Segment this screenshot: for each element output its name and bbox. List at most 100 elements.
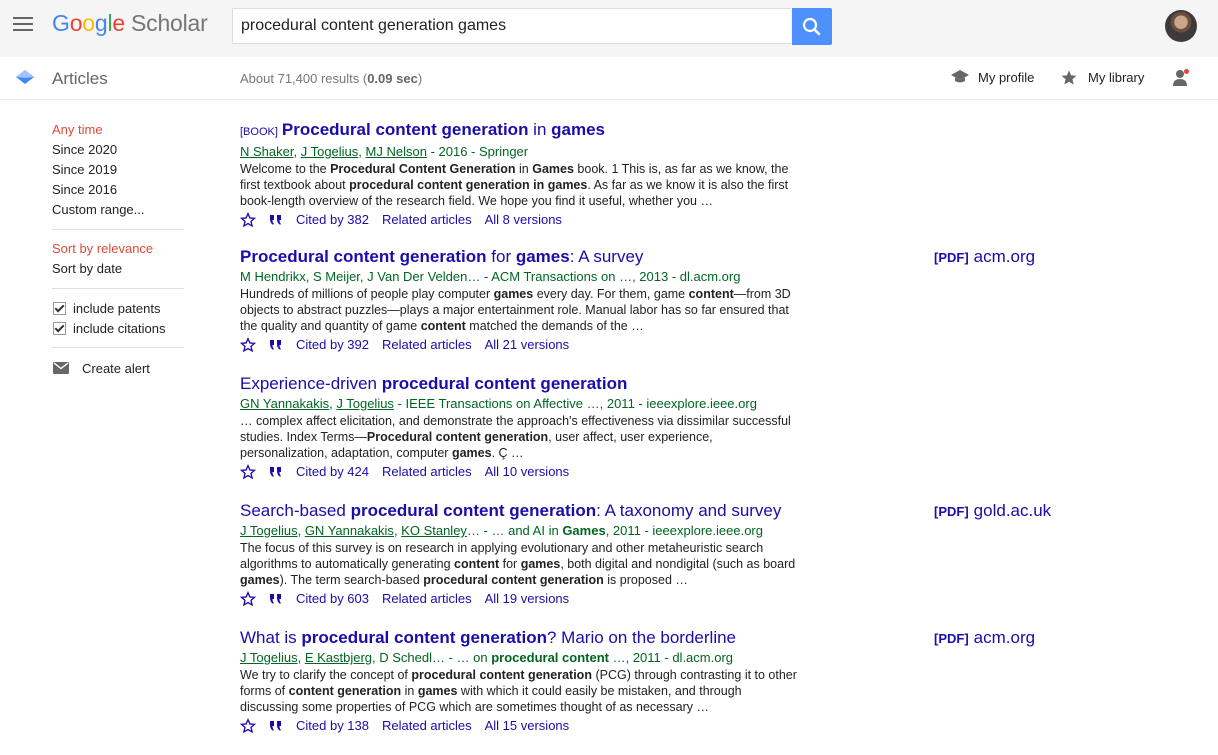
- title-segment: Procedural content generation: [240, 247, 487, 266]
- result-authors: J Togelius, GN Yannakakis, KO Stanley… -…: [240, 523, 763, 538]
- divider: [52, 229, 184, 230]
- checkbox-row[interactable]: include patents: [52, 298, 184, 318]
- related-articles-link[interactable]: Related articles: [382, 716, 472, 735]
- author-link[interactable]: KO Stanley: [401, 523, 467, 538]
- checkbox-row[interactable]: include citations: [52, 318, 184, 338]
- logo-letter: o: [82, 10, 95, 36]
- result-snippet: Welcome to the Procedural Content Genera…: [240, 162, 789, 208]
- divider: [52, 288, 184, 289]
- time-filter-link[interactable]: Since 2019: [52, 160, 184, 180]
- alerts-button[interactable]: [1172, 69, 1189, 89]
- author-link[interactable]: E Kastbjerg: [305, 650, 372, 665]
- pdf-link[interactable]: [PDF] gold.ac.uk: [934, 501, 1051, 521]
- title-segment: Search-based: [240, 501, 351, 520]
- save-star-icon[interactable]: [240, 463, 256, 480]
- result-actions: Cited by 424 Related articles All 10 versi…: [240, 462, 800, 481]
- author-link[interactable]: J Togelius: [240, 650, 298, 665]
- search-result: Search-based procedural content generati…: [240, 501, 1051, 628]
- result-source: - 2016 - Springer: [426, 144, 529, 159]
- my-profile-label: My profile: [978, 69, 1035, 85]
- result-snippet: The focus of this survey is on research …: [240, 541, 796, 587]
- save-star-icon[interactable]: [240, 717, 256, 734]
- result-title-link[interactable]: What is procedural content generation? M…: [240, 628, 800, 648]
- author-link[interactable]: J Togelius: [240, 523, 298, 538]
- my-library-link[interactable]: My library: [1060, 69, 1144, 86]
- checkbox-checked[interactable]: [53, 301, 66, 315]
- author-link[interactable]: J Togelius: [336, 396, 394, 411]
- checkbox-checked[interactable]: [53, 321, 66, 335]
- result-title-link[interactable]: Search-based procedural content generati…: [240, 501, 800, 521]
- menu-icon[interactable]: [13, 17, 33, 31]
- result-title-link[interactable]: Procedural content generation for games:…: [240, 247, 800, 267]
- time-filter-link[interactable]: Since 2020: [52, 140, 184, 160]
- result-actions: Cited by 603 Related articles All 19 versi…: [240, 589, 800, 608]
- result-source: … - … and AI in Games, 2011 - ieeexplore…: [466, 523, 763, 538]
- cite-quote-icon[interactable]: [268, 591, 284, 607]
- all-versions-link[interactable]: All 10 versions: [485, 462, 570, 481]
- cited-by-link[interactable]: Cited by 424: [296, 462, 369, 481]
- pdf-link[interactable]: [PDF] acm.org: [934, 628, 1035, 648]
- cited-by-link[interactable]: Cited by 392: [296, 335, 369, 354]
- sort-option-link[interactable]: Sort by relevance: [52, 239, 184, 259]
- save-star-icon[interactable]: [240, 590, 256, 607]
- search-input[interactable]: [233, 9, 781, 43]
- related-articles-link[interactable]: Related articles: [382, 210, 472, 229]
- cited-by-link[interactable]: Cited by 382: [296, 210, 369, 229]
- related-articles-link[interactable]: Related articles: [382, 462, 472, 481]
- results-stats: About 71,400 results (0.09 sec): [240, 71, 422, 86]
- all-versions-link[interactable]: All 21 versions: [485, 335, 570, 354]
- stats-time: 0.09 sec: [367, 71, 418, 86]
- search-result: [BOOK] Procedural content generation in g…: [240, 120, 800, 247]
- title-segment: What is: [240, 628, 302, 647]
- author-link[interactable]: N Shaker: [240, 144, 293, 159]
- cite-quote-icon[interactable]: [268, 718, 284, 734]
- google-scholar-logo[interactable]: Google Scholar: [52, 10, 208, 37]
- result-authors: J Togelius, E Kastbjerg, D Schedl… - … o…: [240, 650, 734, 665]
- related-articles-link[interactable]: Related articles: [382, 335, 472, 354]
- search-result: Experience-driven procedural content gen…: [240, 374, 800, 501]
- time-filter-link[interactable]: Custom range...: [52, 200, 184, 220]
- result-type-tag: [BOOK]: [240, 126, 278, 138]
- time-filter-link[interactable]: Any time: [52, 120, 184, 140]
- search-box: [232, 8, 791, 44]
- cited-by-link[interactable]: Cited by 138: [296, 716, 369, 735]
- result-authors: GN Yannakakis, J Togelius - IEEE Transac…: [240, 396, 757, 411]
- all-versions-link[interactable]: All 15 versions: [485, 716, 570, 735]
- graduation-cap-icon: [951, 70, 969, 83]
- save-star-icon[interactable]: [240, 336, 256, 353]
- sort-option-link[interactable]: Sort by date: [52, 259, 184, 279]
- top-bar: Google Scholar: [0, 0, 1218, 57]
- pdf-tag: [PDF]: [934, 631, 969, 646]
- author-link[interactable]: GN Yannakakis: [240, 396, 329, 411]
- related-articles-link[interactable]: Related articles: [382, 589, 472, 608]
- cite-quote-icon[interactable]: [268, 212, 284, 228]
- search-button[interactable]: [792, 8, 832, 45]
- logo-scholar-text: Scholar: [131, 10, 208, 36]
- pdf-link[interactable]: [PDF] acm.org: [934, 247, 1035, 267]
- title-segment: procedural content generation: [350, 501, 597, 520]
- all-versions-link[interactable]: All 8 versions: [485, 210, 562, 229]
- envelope-icon: [53, 362, 69, 374]
- search-result: What is procedural content generation? M…: [240, 628, 1035, 755]
- cite-quote-icon[interactable]: [268, 337, 284, 353]
- cite-quote-icon[interactable]: [268, 464, 284, 480]
- sub-header: Articles About 71,400 results (0.09 sec)…: [0, 57, 1218, 100]
- logo-letter: o: [69, 10, 83, 36]
- logo-letter: g: [94, 10, 108, 36]
- result-title-link[interactable]: Experience-driven procedural content gen…: [240, 374, 800, 394]
- divider: [52, 347, 184, 348]
- all-versions-link[interactable]: All 19 versions: [485, 589, 570, 608]
- save-star-icon[interactable]: [240, 211, 256, 228]
- author-link[interactable]: GN Yannakakis: [305, 523, 394, 538]
- my-profile-link[interactable]: My profile: [950, 69, 1034, 85]
- pdf-tag: [PDF]: [934, 504, 969, 519]
- author-link[interactable]: MJ Nelson: [366, 144, 427, 159]
- create-alert-link[interactable]: Create alert: [52, 357, 184, 379]
- cited-by-link[interactable]: Cited by 603: [296, 589, 369, 608]
- result-source: - IEEE Transactions on Affective …, 2011…: [393, 396, 757, 411]
- result-title-link[interactable]: [BOOK] Procedural content generation in g…: [240, 120, 800, 142]
- search-icon: [802, 17, 821, 36]
- time-filter-link[interactable]: Since 2016: [52, 180, 184, 200]
- avatar[interactable]: [1165, 10, 1197, 42]
- author-link[interactable]: J Togelius: [301, 144, 359, 159]
